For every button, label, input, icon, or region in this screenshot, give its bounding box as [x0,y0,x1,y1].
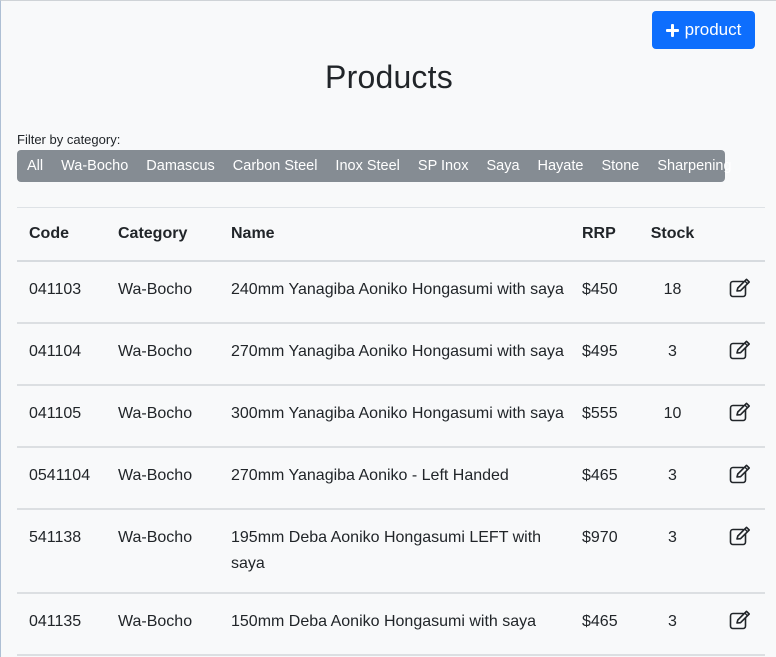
add-product-button[interactable]: product [652,11,755,49]
cell-actions [715,447,765,510]
table-row: 041105 Wa-Bocho 300mm Yanagiba Aoniko Ho… [17,385,765,448]
edit-icon[interactable] [729,278,751,298]
column-header-stock[interactable]: Stock [630,208,715,262]
cell-name: 240mm Yanagiba Aoniko Hongasumi with say… [219,261,570,324]
filter-stone[interactable]: Stone [592,150,648,182]
products-table: Code Category Name RRP Stock 041103 Wa-B… [17,208,765,656]
table-row: 041135 Wa-Bocho 150mm Deba Aoniko Hongas… [17,593,765,656]
table-row: 0541104 Wa-Bocho 270mm Yanagiba Aoniko -… [17,447,765,510]
cell-stock: 3 [630,323,715,386]
table-header-row: Code Category Name RRP Stock [17,208,765,262]
cell-rrp: $450 [570,261,630,324]
cell-actions [715,509,765,594]
cell-stock: 3 [630,509,715,594]
cell-actions [715,593,765,656]
filter-all[interactable]: All [18,150,52,182]
cell-name: 300mm Yanagiba Aoniko Hongasumi with say… [219,385,570,448]
table-row: 041104 Wa-Bocho 270mm Yanagiba Aoniko Ho… [17,323,765,386]
column-header-actions [715,208,765,262]
cell-stock: 18 [630,261,715,324]
plus-icon [665,23,679,37]
category-filter-bar: All Wa-Bocho Damascus Carbon Steel Inox … [17,150,732,182]
edit-icon[interactable] [729,610,751,630]
cell-name: 270mm Yanagiba Aoniko Hongasumi with say… [219,323,570,386]
column-header-category[interactable]: Category [106,208,219,262]
filter-damascus[interactable]: Damascus [137,150,224,182]
filter-label: Filter by category: [17,132,121,147]
cell-code: 541138 [17,509,106,594]
filter-saya[interactable]: Saya [477,150,528,182]
cell-stock: 3 [630,593,715,656]
cell-rrp: $465 [570,593,630,656]
edit-icon[interactable] [729,526,751,546]
cell-category: Wa-Bocho [106,323,219,386]
filter-sharpening[interactable]: Sharpening [648,150,740,182]
cell-actions [715,323,765,386]
cell-name: 150mm Deba Aoniko Hongasumi with saya [219,593,570,656]
column-header-code[interactable]: Code [17,208,106,262]
cell-category: Wa-Bocho [106,509,219,594]
cell-name: 195mm Deba Aoniko Hongasumi LEFT with sa… [219,509,570,594]
cell-rrp: $970 [570,509,630,594]
add-product-label: product [684,20,742,39]
cell-code: 041135 [17,593,106,656]
cell-rrp: $465 [570,447,630,510]
filter-sp-inox[interactable]: SP Inox [409,150,478,182]
column-header-name[interactable]: Name [219,208,570,262]
cell-category: Wa-Bocho [106,261,219,324]
cell-rrp: $555 [570,385,630,448]
cell-actions [715,385,765,448]
page: product Products Filter by category: All… [0,0,776,657]
filter-carbon-steel[interactable]: Carbon Steel [224,150,327,182]
cell-rrp: $495 [570,323,630,386]
cell-code: 0541104 [17,447,106,510]
edit-icon[interactable] [729,402,751,422]
cell-stock: 10 [630,385,715,448]
table-row: 041103 Wa-Bocho 240mm Yanagiba Aoniko Ho… [17,261,765,324]
table-row: 541138 Wa-Bocho 195mm Deba Aoniko Hongas… [17,509,765,594]
filter-inox-steel[interactable]: Inox Steel [326,150,409,182]
products-table-wrapper: Code Category Name RRP Stock 041103 Wa-B… [17,207,765,656]
cell-name: 270mm Yanagiba Aoniko - Left Handed [219,447,570,510]
edit-icon[interactable] [729,464,751,484]
page-title: Products [325,59,453,95]
edit-icon[interactable] [729,340,751,360]
cell-actions [715,261,765,324]
cell-code: 041103 [17,261,106,324]
filter-wa-bocho[interactable]: Wa-Bocho [52,150,137,182]
cell-stock: 3 [630,447,715,510]
column-header-rrp[interactable]: RRP [570,208,630,262]
cell-category: Wa-Bocho [106,447,219,510]
cell-code: 041104 [17,323,106,386]
filter-hayate[interactable]: Hayate [529,150,593,182]
cell-category: Wa-Bocho [106,385,219,448]
cell-code: 041105 [17,385,106,448]
cell-category: Wa-Bocho [106,593,219,656]
